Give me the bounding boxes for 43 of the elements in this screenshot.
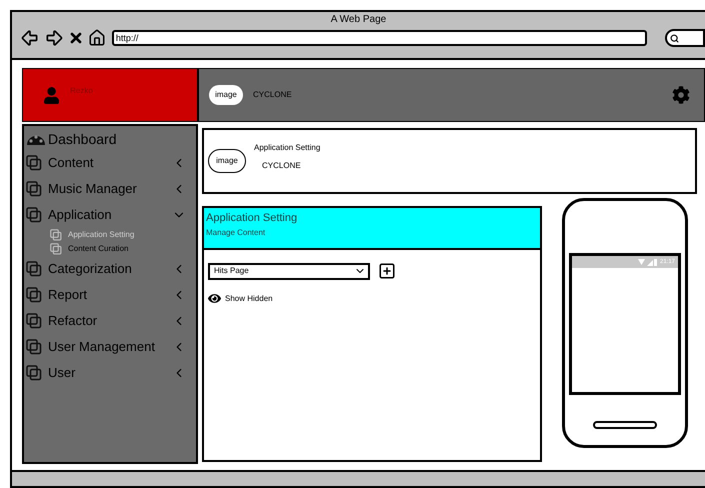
pages-icon	[26, 181, 42, 197]
card-title: Application Setting	[254, 142, 320, 154]
back-icon[interactable]	[20, 28, 40, 48]
sidebar-item[interactable]: Music Manager	[26, 176, 186, 202]
pages-icon	[50, 229, 62, 241]
panel-title: Application Setting	[206, 211, 298, 226]
close-icon[interactable]	[68, 30, 84, 46]
sidebar-item[interactable]: Content	[26, 150, 186, 176]
pages-icon	[26, 313, 42, 329]
sidebar-item[interactable]: Dashboard	[26, 128, 186, 150]
pages-icon	[26, 287, 42, 303]
brand-name: CYCLONE	[253, 89, 292, 101]
pages-icon	[26, 261, 42, 277]
sidebar-item[interactable]: User Management	[26, 334, 186, 360]
pages-icon	[26, 365, 42, 381]
sidebar-item[interactable]: Report	[26, 282, 186, 308]
sidebar-item[interactable]: Application	[26, 202, 186, 228]
add-icon[interactable]	[378, 262, 396, 280]
pages-icon	[26, 339, 42, 355]
page-dropdown[interactable]: Hits Page	[208, 262, 370, 280]
card-subtitle: CYCLONE	[261, 160, 302, 172]
signal-icon	[638, 258, 658, 266]
user-icon	[43, 86, 60, 104]
forward-icon[interactable]	[44, 28, 64, 48]
settings-icon[interactable]	[672, 86, 690, 104]
show-hidden-toggle[interactable]: Show Hidden	[208, 292, 540, 305]
search-icon	[670, 34, 680, 42]
pages-icon	[50, 243, 62, 255]
logo-image: image	[209, 85, 243, 105]
panel-subtitle: Manage Content	[206, 226, 266, 238]
sidebar-item[interactable]: Categorization	[26, 256, 186, 282]
pages-icon	[26, 207, 42, 223]
sidebar-item[interactable]: Refactor	[26, 308, 186, 334]
sidebar-subitem[interactable]: Application Setting	[26, 228, 186, 242]
window-title: A Web Page	[330, 13, 388, 26]
address-field[interactable]: http://	[112, 30, 648, 46]
sidebar-subitem[interactable]: Content Curation	[26, 242, 186, 256]
sidebar-item[interactable]: User	[26, 360, 186, 386]
logo-image: image	[208, 149, 246, 173]
search-field[interactable]	[665, 29, 705, 47]
eye-icon	[208, 292, 221, 305]
pages-icon	[26, 155, 42, 171]
home-icon[interactable]	[88, 29, 106, 47]
